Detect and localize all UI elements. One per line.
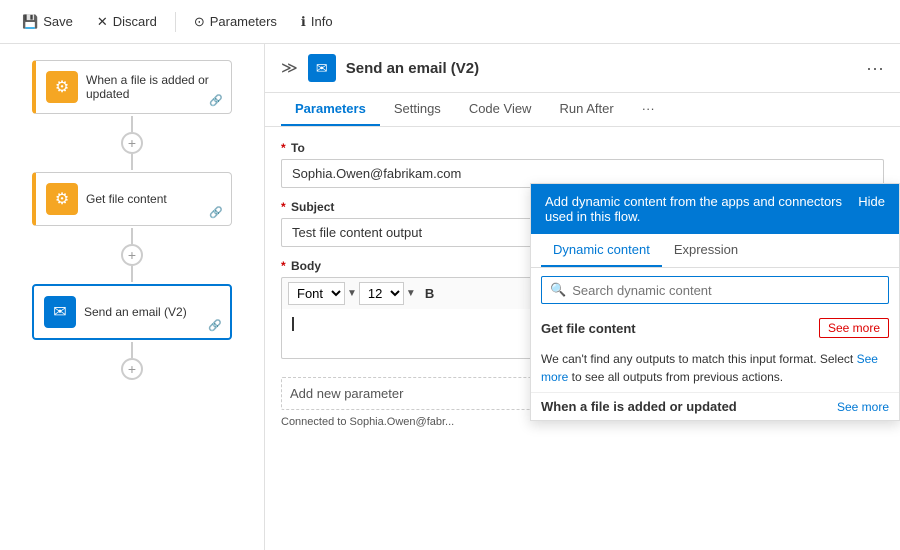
popup-message: We can't find any outputs to match this … <box>531 344 899 392</box>
tab-codeview[interactable]: Code View <box>455 93 546 126</box>
connector-line-3 <box>131 342 133 358</box>
popup-hide-button[interactable]: Hide <box>858 194 885 209</box>
font-select[interactable]: Font <box>288 282 345 305</box>
getfile-link-icon: 🔗 <box>209 206 223 219</box>
connector-line-1b <box>131 154 133 170</box>
tab-settings[interactable]: Settings <box>380 93 455 126</box>
add-step-1[interactable]: + <box>121 132 143 154</box>
parameters-button[interactable]: ⊙ Parameters <box>184 10 287 34</box>
right-panel: ≫ ✉ Send an email (V2) ··· Parameters Se… <box>265 44 900 550</box>
popup-section2-title: When a file is added or updated <box>541 399 737 414</box>
toolbar-separator <box>175 12 176 32</box>
getfile-node-title: Get file content <box>86 192 167 206</box>
tab-parameters[interactable]: Parameters <box>281 93 380 126</box>
popup-section1-title: Get file content <box>541 321 636 336</box>
see-more-button-1[interactable]: See more <box>819 318 889 338</box>
add-step-2[interactable]: + <box>121 244 143 266</box>
discard-label: Discard <box>113 14 157 29</box>
sendemail-node-title: Send an email (V2) <box>84 305 187 319</box>
info-icon: ℹ <box>301 14 306 30</box>
subject-required: * <box>281 200 286 214</box>
trigger-link-icon: 🔗 <box>209 94 223 107</box>
to-label: * To <box>281 141 884 155</box>
parameters-icon: ⊙ <box>194 14 205 30</box>
getfile-node[interactable]: ⚙ Get file content 🔗 <box>32 172 232 226</box>
save-label: Save <box>43 14 73 29</box>
discard-button[interactable]: ✕ Discard <box>87 10 167 34</box>
getfile-node-inner: ⚙ Get file content <box>36 173 231 225</box>
rp-title: Send an email (V2) <box>346 60 856 77</box>
popup-header: Add dynamic content from the apps and co… <box>531 184 899 234</box>
popup-section1-header: Get file content See more <box>531 312 899 344</box>
see-more-button-2[interactable]: See more <box>837 400 889 414</box>
connector-line-1 <box>131 116 133 132</box>
save-button[interactable]: 💾 Save <box>12 10 83 34</box>
sendemail-node-inner: ✉ Send an email (V2) <box>34 286 230 338</box>
tab-more[interactable]: ··· <box>628 93 669 126</box>
dynamic-content-popup: Add dynamic content from the apps and co… <box>530 183 900 421</box>
see-more-inline-link[interactable]: See more <box>541 352 878 384</box>
info-label: Info <box>311 14 333 29</box>
dynamic-search-input[interactable] <box>572 283 880 298</box>
popup-section2-header: When a file is added or updated See more <box>531 392 899 420</box>
tab-runafter[interactable]: Run After <box>545 93 627 126</box>
tab-bar: Parameters Settings Code View Run After … <box>265 93 900 127</box>
parameters-label: Parameters <box>210 14 277 29</box>
search-icon: 🔍 <box>550 282 566 298</box>
form-area: * To * Subject * Body Fon <box>265 127 900 550</box>
save-icon: 💾 <box>22 14 38 30</box>
connector-line-2b <box>131 266 133 282</box>
rp-header: ≫ ✉ Send an email (V2) ··· <box>265 44 900 93</box>
text-cursor <box>292 317 294 331</box>
collapse-button[interactable]: ≫ <box>281 58 298 78</box>
sendemail-node-icon: ✉ <box>44 296 76 328</box>
popup-tab-expression[interactable]: Expression <box>662 234 750 267</box>
connector-3: + <box>121 342 143 380</box>
popup-search-container: 🔍 <box>541 276 889 304</box>
size-dropdown-icon: ▼ <box>406 288 416 299</box>
connector-2: + <box>121 228 143 282</box>
trigger-node-inner: ⚙ When a file is added or updated <box>36 61 231 113</box>
popup-header-text: Add dynamic content from the apps and co… <box>545 194 848 224</box>
font-dropdown-icon: ▼ <box>347 288 357 299</box>
sendemail-node[interactable]: ✉ Send an email (V2) 🔗 <box>32 284 232 340</box>
to-required: * <box>281 141 286 155</box>
left-panel: ⚙ When a file is added or updated 🔗 + ⚙ … <box>0 44 265 550</box>
to-field-group: * To <box>281 141 884 188</box>
more-options-button[interactable]: ··· <box>866 58 884 79</box>
bold-button[interactable]: B <box>418 283 441 304</box>
connector-line-2 <box>131 228 133 244</box>
font-size-select[interactable]: 12 <box>359 282 404 305</box>
info-button[interactable]: ℹ Info <box>291 10 343 34</box>
trigger-node[interactable]: ⚙ When a file is added or updated 🔗 <box>32 60 232 114</box>
sendemail-link-icon: 🔗 <box>208 319 222 332</box>
connector-1: + <box>121 116 143 170</box>
trigger-node-icon: ⚙ <box>46 71 78 103</box>
popup-tab-bar: Dynamic content Expression <box>531 234 899 268</box>
popup-tab-dynamic[interactable]: Dynamic content <box>541 234 662 267</box>
add-step-3[interactable]: + <box>121 358 143 380</box>
rp-title-icon: ✉ <box>308 54 336 82</box>
getfile-node-icon: ⚙ <box>46 183 78 215</box>
trigger-node-title: When a file is added or updated <box>86 73 221 101</box>
main-layout: ⚙ When a file is added or updated 🔗 + ⚙ … <box>0 44 900 550</box>
body-required: * <box>281 259 286 273</box>
toolbar: 💾 Save ✕ Discard ⊙ Parameters ℹ Info <box>0 0 900 44</box>
discard-icon: ✕ <box>97 14 108 30</box>
